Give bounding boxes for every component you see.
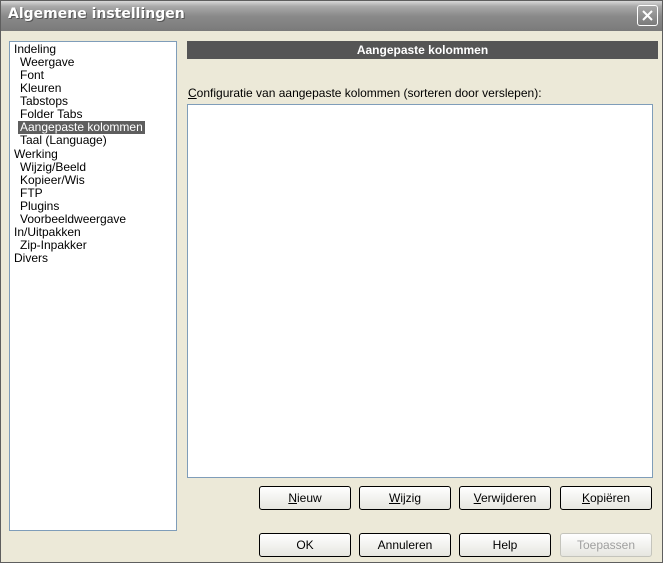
remove-button[interactable]: Verwijderen [459, 486, 551, 510]
copy-button-label: opiëren [589, 491, 631, 505]
settings-dialog: Algemene instellingen Indeling Weergave … [0, 0, 663, 563]
edit-button-mnemonic: W [389, 491, 401, 505]
panel-header: Aangepaste kolommen [187, 41, 658, 59]
ok-button[interactable]: OK [259, 533, 351, 557]
copy-button[interactable]: Kopiëren [560, 486, 652, 510]
cancel-button[interactable]: Annuleren [359, 533, 451, 557]
close-button[interactable] [637, 5, 658, 26]
settings-tree[interactable]: Indeling Weergave Font Kleuren Tabstops … [9, 41, 177, 531]
tree-item-divers[interactable]: Divers [12, 252, 50, 265]
config-label: Configuratie van aangepaste kolommen (so… [188, 86, 542, 100]
config-label-text: onfiguratie van aangepaste kolommen (sor… [196, 86, 542, 100]
new-button-mnemonic: N [288, 491, 297, 505]
remove-button-label: erwijderen [480, 491, 537, 505]
new-button-label: ieuw [296, 491, 322, 505]
copy-button-mnemonic: K [581, 491, 590, 505]
close-icon [642, 10, 653, 21]
new-button[interactable]: Nieuw [259, 486, 351, 510]
remove-button-mnemonic: V [473, 491, 481, 505]
tree-item-taal[interactable]: Taal (Language) [18, 134, 109, 147]
window-title: Algemene instellingen [8, 6, 185, 22]
dialog-client-area: Indeling Weergave Font Kleuren Tabstops … [5, 31, 658, 559]
edit-button[interactable]: Wijzig [359, 486, 451, 510]
config-label-mnemonic: C [188, 86, 197, 100]
custom-columns-list[interactable] [187, 104, 653, 478]
edit-button-label: ijzig [400, 491, 421, 505]
help-button[interactable]: Help [459, 533, 551, 557]
title-bar[interactable]: Algemene instellingen [1, 1, 662, 31]
apply-button[interactable]: Toepassen [560, 533, 652, 557]
